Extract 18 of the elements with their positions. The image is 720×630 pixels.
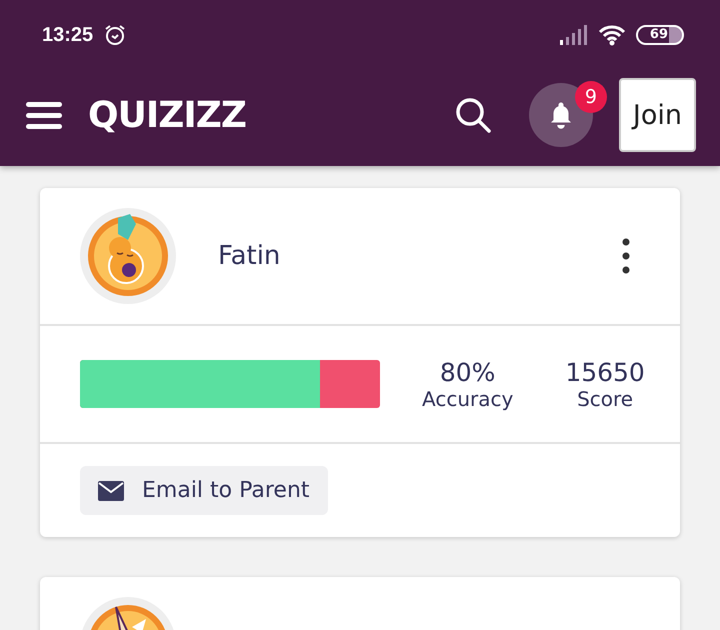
player-name: Fatin <box>218 241 280 271</box>
guitar-avatar-icon <box>80 208 176 304</box>
accuracy-value: 80% <box>440 358 496 386</box>
status-time: 13:25 <box>42 24 94 46</box>
accuracy-label: Accuracy <box>422 386 514 410</box>
score-value: 15650 <box>565 358 645 386</box>
wifi-icon <box>598 24 626 46</box>
envelope-icon <box>98 480 124 500</box>
score-label: Score <box>577 386 634 410</box>
email-to-parent-button[interactable]: Email to Parent <box>80 466 328 515</box>
join-button[interactable]: Join <box>618 78 696 152</box>
more-options-icon <box>622 238 630 274</box>
notification-badge: 9 <box>574 81 607 113</box>
battery-indicator: 69 <box>636 25 684 45</box>
signal-icon <box>560 25 588 45</box>
alarm-clock-icon <box>103 23 128 47</box>
logo[interactable]: QUIZIZZ <box>88 94 246 136</box>
menu-button[interactable] <box>26 100 62 130</box>
